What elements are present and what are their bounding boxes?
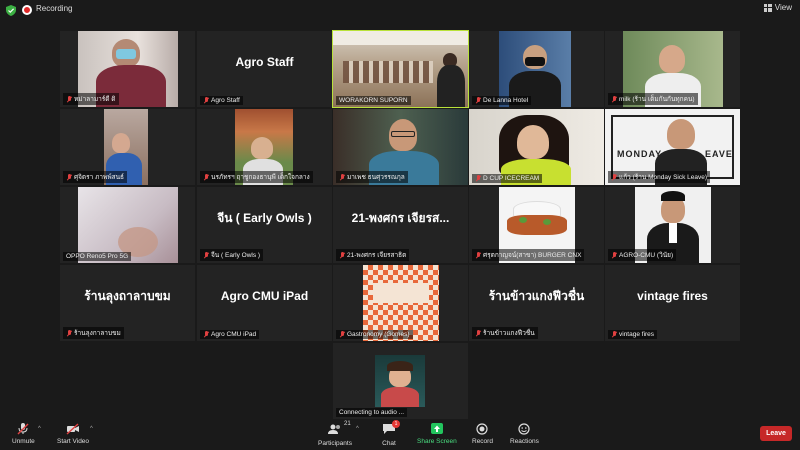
unmute-button[interactable]: Unmute: [12, 423, 35, 445]
participant-tile[interactable]: ศรุตกาญจน์(สาขา) BURGER CNX: [469, 187, 604, 263]
chat-unread-badge: 1: [392, 420, 400, 428]
participant-tile[interactable]: milk (ร้าน เต็มกันกันทุกคน): [605, 31, 740, 107]
muted-mic-icon: [339, 251, 345, 259]
muted-mic-icon: [66, 173, 72, 181]
participant-video: [375, 355, 425, 407]
muted-mic-icon: [475, 175, 481, 182]
participant-tile[interactable]: หม่าลามาร์ดี ดิ: [60, 31, 195, 107]
participant-name-tag: แก้ว (ร้าน Monday Sick Leave): [608, 171, 711, 183]
muted-mic-icon: [66, 95, 72, 103]
reactions-smiley-icon: [518, 423, 531, 435]
participant-tile[interactable]: vintage fires vintage fires: [605, 265, 740, 341]
mic-muted-icon: [17, 423, 29, 435]
muted-mic-icon: [203, 173, 209, 181]
participant-tile-active-speaker[interactable]: WORAKORN SUPORN: [332, 30, 469, 108]
participant-tile[interactable]: ร้านข้าวแกงฟีวชื่น ร้านข้าวแกงฟีวชื่น: [469, 265, 604, 341]
participant-name-tag: AGRO-CMU (วินัย): [608, 249, 677, 261]
participant-tile[interactable]: Agro Staff Agro Staff: [197, 31, 332, 107]
participant-name-tag: Agro CMU iPad: [200, 330, 260, 339]
participant-tile[interactable]: D CUP ICECREAM: [469, 109, 604, 185]
participant-name-tag: ร้านลุงกาลาบขม: [63, 327, 124, 339]
participant-name-tag: OPPO Reno5 Pro 5G: [63, 252, 132, 261]
participant-name-tag: นรภัทรฯ ฤาชูกองธานุพี เด็กใจกลาง: [200, 171, 313, 183]
participant-tile[interactable]: ศุจิตรา ภาพพ์สนธ์: [60, 109, 195, 185]
video-options-caret-icon[interactable]: ^: [90, 426, 93, 432]
participant-name-tag: D CUP ICECREAM: [472, 174, 543, 183]
participant-tile[interactable]: นรภัทรฯ ฤาชูกองธานุพี เด็กใจกลาง: [197, 109, 332, 185]
participant-display-name: 21-พงศกร เจียรส...: [351, 210, 450, 225]
muted-mic-icon: [203, 251, 209, 259]
participant-display-name: Agro Staff: [235, 55, 294, 69]
record-icon: [476, 423, 489, 435]
participants-options-caret-icon[interactable]: ^: [356, 426, 359, 432]
video-off-icon: [66, 423, 80, 435]
participant-display-name: ร้านลุงถาลาบขม: [84, 288, 171, 303]
audio-options-caret-icon[interactable]: ^: [38, 426, 41, 432]
participant-name-tag: Agro Staff: [200, 96, 243, 105]
participant-name-tag: ศุจิตรา ภาพพ์สนธ์: [63, 171, 127, 183]
muted-mic-icon: [339, 331, 345, 338]
muted-mic-icon: [611, 173, 617, 181]
leave-button[interactable]: Leave: [760, 426, 792, 441]
muted-mic-icon: [611, 95, 617, 103]
share-screen-button[interactable]: Share Screen: [417, 423, 457, 445]
participant-name-tag: milk (ร้าน เต็มกันกันทุกคน): [608, 93, 698, 105]
participant-name-tag: Gastronomy (Gomes): [336, 330, 413, 339]
participant-name-tag: จีน ( Early Owls ): [200, 249, 264, 261]
participant-display-name: ร้านข้าวแกงฟีวชื่น: [488, 288, 585, 303]
start-video-button[interactable]: Start Video: [57, 423, 89, 445]
muted-mic-icon: [475, 251, 481, 259]
participants-button[interactable]: 21 Participants: [318, 421, 352, 447]
participant-display-name: จีน ( Early Owls ): [217, 210, 312, 225]
muted-mic-icon: [203, 331, 209, 338]
participant-tile[interactable]: มาเพช ธนศุวรรณกุล: [333, 109, 468, 185]
muted-mic-icon: [611, 331, 617, 338]
participant-display-name: vintage fires: [637, 289, 708, 303]
muted-mic-icon: [66, 329, 72, 337]
muted-mic-icon: [475, 329, 481, 337]
participants-icon: [327, 424, 340, 434]
participant-name-tag: ร้านข้าวแกงฟีวชื่น: [472, 327, 538, 339]
participant-tile[interactable]: AGRO-CMU (วินัย): [605, 187, 740, 263]
participant-name-tag: 21-พงศกร เจียรสาธิต: [336, 249, 410, 261]
participant-name-tag: หม่าลามาร์ดี ดิ: [63, 93, 119, 105]
participant-tile[interactable]: OPPO Reno5 Pro 5G: [60, 187, 195, 263]
record-button[interactable]: Record: [472, 423, 493, 445]
participant-tile[interactable]: Connecting to audio ...: [333, 343, 468, 419]
muted-mic-icon: [339, 173, 345, 181]
meeting-toolbar: Unmute ^ Start Video ^ 21 Participants ^…: [0, 420, 800, 450]
participant-display-name: Agro CMU iPad: [220, 289, 309, 303]
participant-tile[interactable]: MONDAY EAVE แก้ว (ร้าน Monday Sick Leave…: [605, 109, 740, 185]
participant-name-tag: De Lanna Hotel: [472, 96, 532, 105]
participant-tile[interactable]: Agro CMU iPad Agro CMU iPad: [197, 265, 332, 341]
participant-tile[interactable]: ร้านลุงถาลาบขม ร้านลุงกาลาบขม: [60, 265, 195, 341]
share-screen-icon: [430, 423, 443, 434]
participants-count: 21: [343, 421, 351, 427]
participant-tile[interactable]: จีน ( Early Owls ) จีน ( Early Owls ): [197, 187, 332, 263]
participant-name-tag: ศรุตกาญจน์(สาขา) BURGER CNX: [472, 249, 585, 261]
participant-tile[interactable]: De Lanna Hotel: [469, 31, 604, 107]
participant-name-tag: WORAKORN SUPORN: [336, 96, 411, 105]
reactions-button[interactable]: Reactions: [510, 423, 539, 445]
muted-mic-icon: [203, 97, 209, 104]
muted-mic-icon: [611, 251, 617, 259]
video-gallery: หม่าลามาร์ดี ดิ Agro Staff Agro Staff WO…: [0, 0, 800, 420]
muted-mic-icon: [475, 97, 481, 104]
participant-name-tag: vintage fires: [608, 330, 658, 339]
participant-name-tag: Connecting to audio ...: [336, 408, 408, 417]
participant-tile[interactable]: Gastronomy (Gomes): [333, 265, 468, 341]
participant-tile[interactable]: 21-พงศกร เจียรส... 21-พงศกร เจียรสาธิต: [333, 187, 468, 263]
chat-button[interactable]: 1 Chat: [382, 420, 400, 447]
participant-name-tag: มาเพช ธนศุวรรณกุล: [336, 171, 408, 183]
